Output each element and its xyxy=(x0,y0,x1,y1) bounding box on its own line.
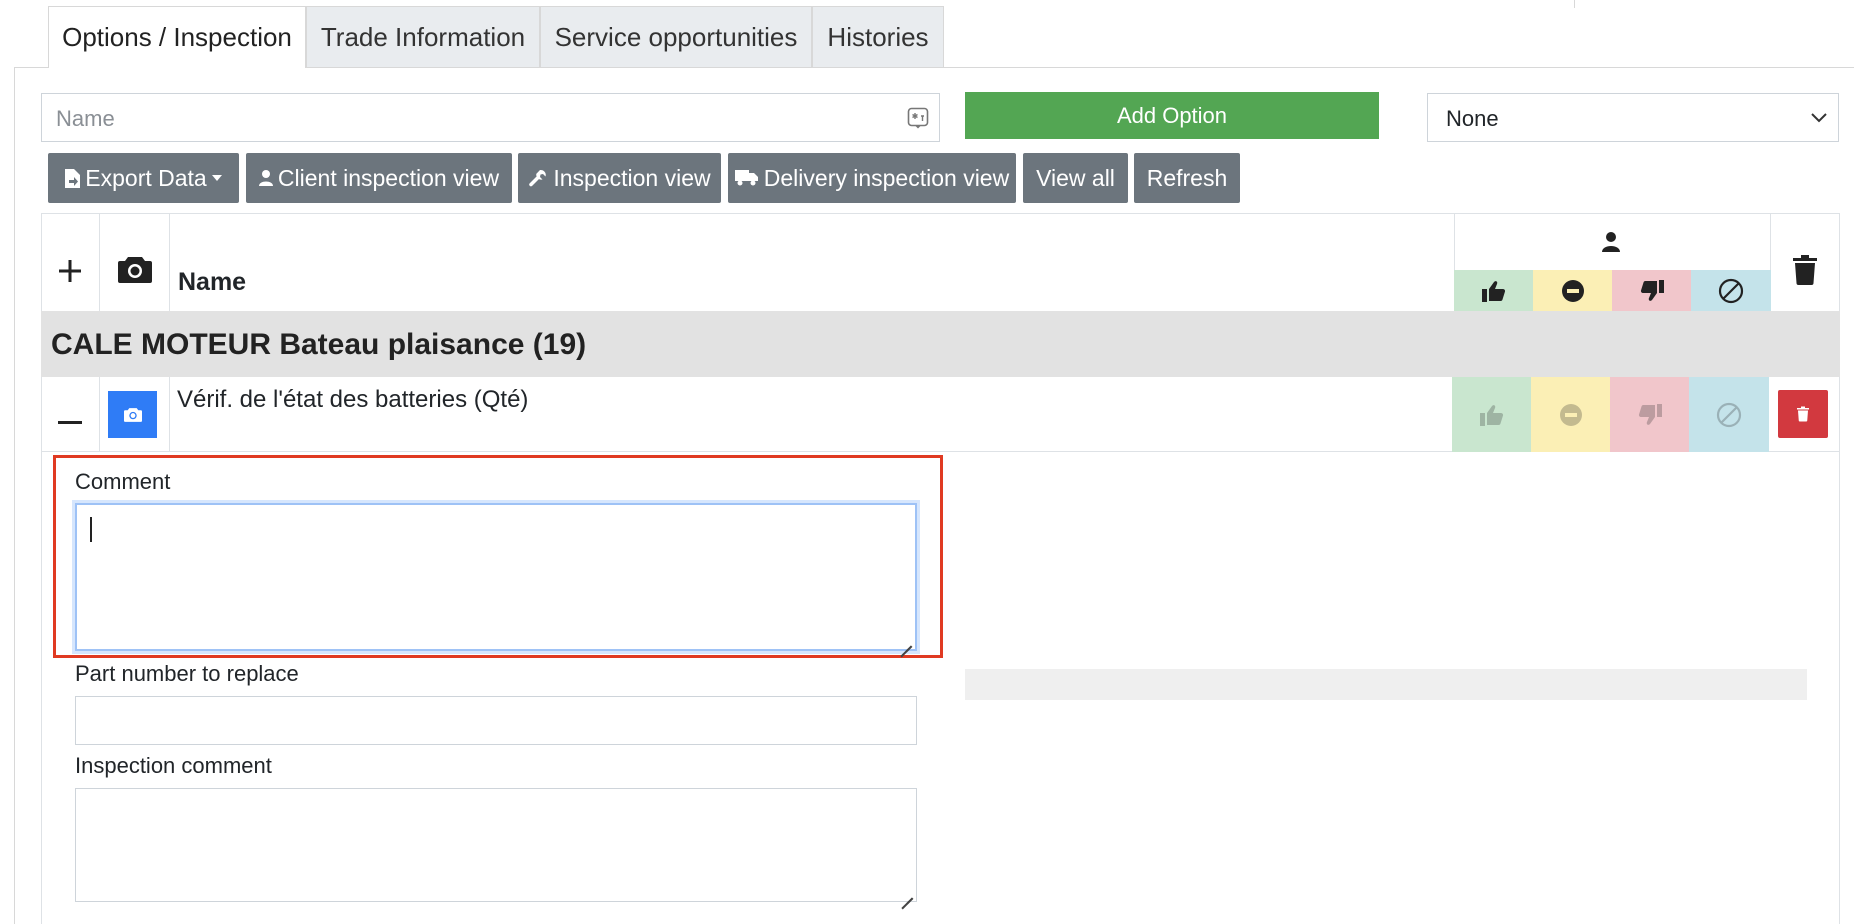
row-vote-bad[interactable] xyxy=(1610,377,1689,452)
tab-histories[interactable]: Histories xyxy=(812,6,944,67)
loading-bar xyxy=(965,669,1807,700)
minus-circle-icon xyxy=(1559,403,1582,426)
group-row: CALE MOTEUR Bateau plaisance (19) xyxy=(41,311,1840,377)
part-number-label: Part number to replace xyxy=(75,661,299,686)
thumbs-up-icon xyxy=(1479,404,1503,426)
camera-icon xyxy=(118,255,152,288)
name-header: Name xyxy=(178,268,247,296)
keyboard-icon[interactable] xyxy=(907,107,929,134)
tab-service-opportunities[interactable]: Service opportunities xyxy=(540,6,812,67)
inspection-comment-textarea[interactable] xyxy=(75,788,917,902)
trash-icon xyxy=(1793,255,1817,290)
ban-icon xyxy=(1718,278,1744,303)
name-input[interactable]: Name xyxy=(41,93,940,142)
tab-trade-information[interactable]: Trade Information xyxy=(306,6,540,67)
ban-icon xyxy=(1716,402,1742,427)
minus-circle-icon xyxy=(1561,279,1584,302)
chevron-down-icon xyxy=(1810,110,1828,129)
thumbs-down-icon xyxy=(1640,279,1664,301)
camera-icon xyxy=(123,408,142,422)
row-vote-neutral[interactable] xyxy=(1531,377,1610,452)
client-inspection-view-button[interactable]: Client inspection view xyxy=(246,153,512,203)
inspection-view-label: Inspection view xyxy=(553,164,711,191)
row-vote-good[interactable] xyxy=(1452,377,1531,452)
file-export-icon xyxy=(65,168,81,188)
export-data-label: Export Data xyxy=(85,164,207,191)
row-delete-button[interactable] xyxy=(1778,390,1828,438)
export-data-button[interactable]: Export Data xyxy=(48,153,239,203)
truck-icon xyxy=(734,170,758,186)
refresh-button[interactable]: Refresh xyxy=(1134,153,1240,203)
inspection-comment-label: Inspection comment xyxy=(75,753,272,778)
top-right-divider xyxy=(1574,0,1575,8)
header-vote-neutral xyxy=(1533,270,1612,311)
header-vote-bad xyxy=(1612,270,1691,311)
add-option-button[interactable]: Add Option xyxy=(965,92,1379,139)
trash-icon xyxy=(1797,406,1809,422)
comment-textarea[interactable] xyxy=(75,503,917,651)
thumbs-down-icon xyxy=(1638,403,1662,425)
plus-icon[interactable] xyxy=(57,258,83,289)
text-cursor xyxy=(90,517,92,542)
view-all-button[interactable]: View all xyxy=(1023,153,1128,203)
client-inspection-view-label: Client inspection view xyxy=(277,164,500,191)
user-icon xyxy=(1602,232,1620,257)
header-vote-na xyxy=(1691,270,1771,311)
part-number-input[interactable] xyxy=(75,696,917,745)
group-title: CALE MOTEUR Bateau plaisance (19) xyxy=(51,328,587,361)
option-select[interactable]: None xyxy=(1427,93,1839,142)
option-select-value: None xyxy=(1446,106,1499,131)
user-icon xyxy=(258,170,273,186)
row-vote-na[interactable] xyxy=(1689,377,1769,452)
collapse-minus-icon[interactable] xyxy=(58,412,82,430)
thumbs-up-icon xyxy=(1481,280,1505,302)
resize-handle[interactable] xyxy=(901,886,913,898)
resize-handle[interactable] xyxy=(900,634,912,646)
tab-options-inspection[interactable]: Options / Inspection xyxy=(48,6,306,68)
row-photo-button[interactable] xyxy=(108,391,157,438)
delivery-inspection-view-button[interactable]: Delivery inspection view xyxy=(728,153,1016,203)
caret-down-icon xyxy=(211,175,222,181)
inspection-view-button[interactable]: Inspection view xyxy=(518,153,721,203)
wrench-icon xyxy=(529,169,547,187)
name-input-placeholder: Name xyxy=(56,106,115,131)
delivery-inspection-view-label: Delivery inspection view xyxy=(763,164,1010,191)
row-item-name: Vérif. de l'état des batteries (Qté) xyxy=(177,386,529,413)
header-vote-good xyxy=(1454,270,1533,311)
comment-label: Comment xyxy=(75,469,171,494)
